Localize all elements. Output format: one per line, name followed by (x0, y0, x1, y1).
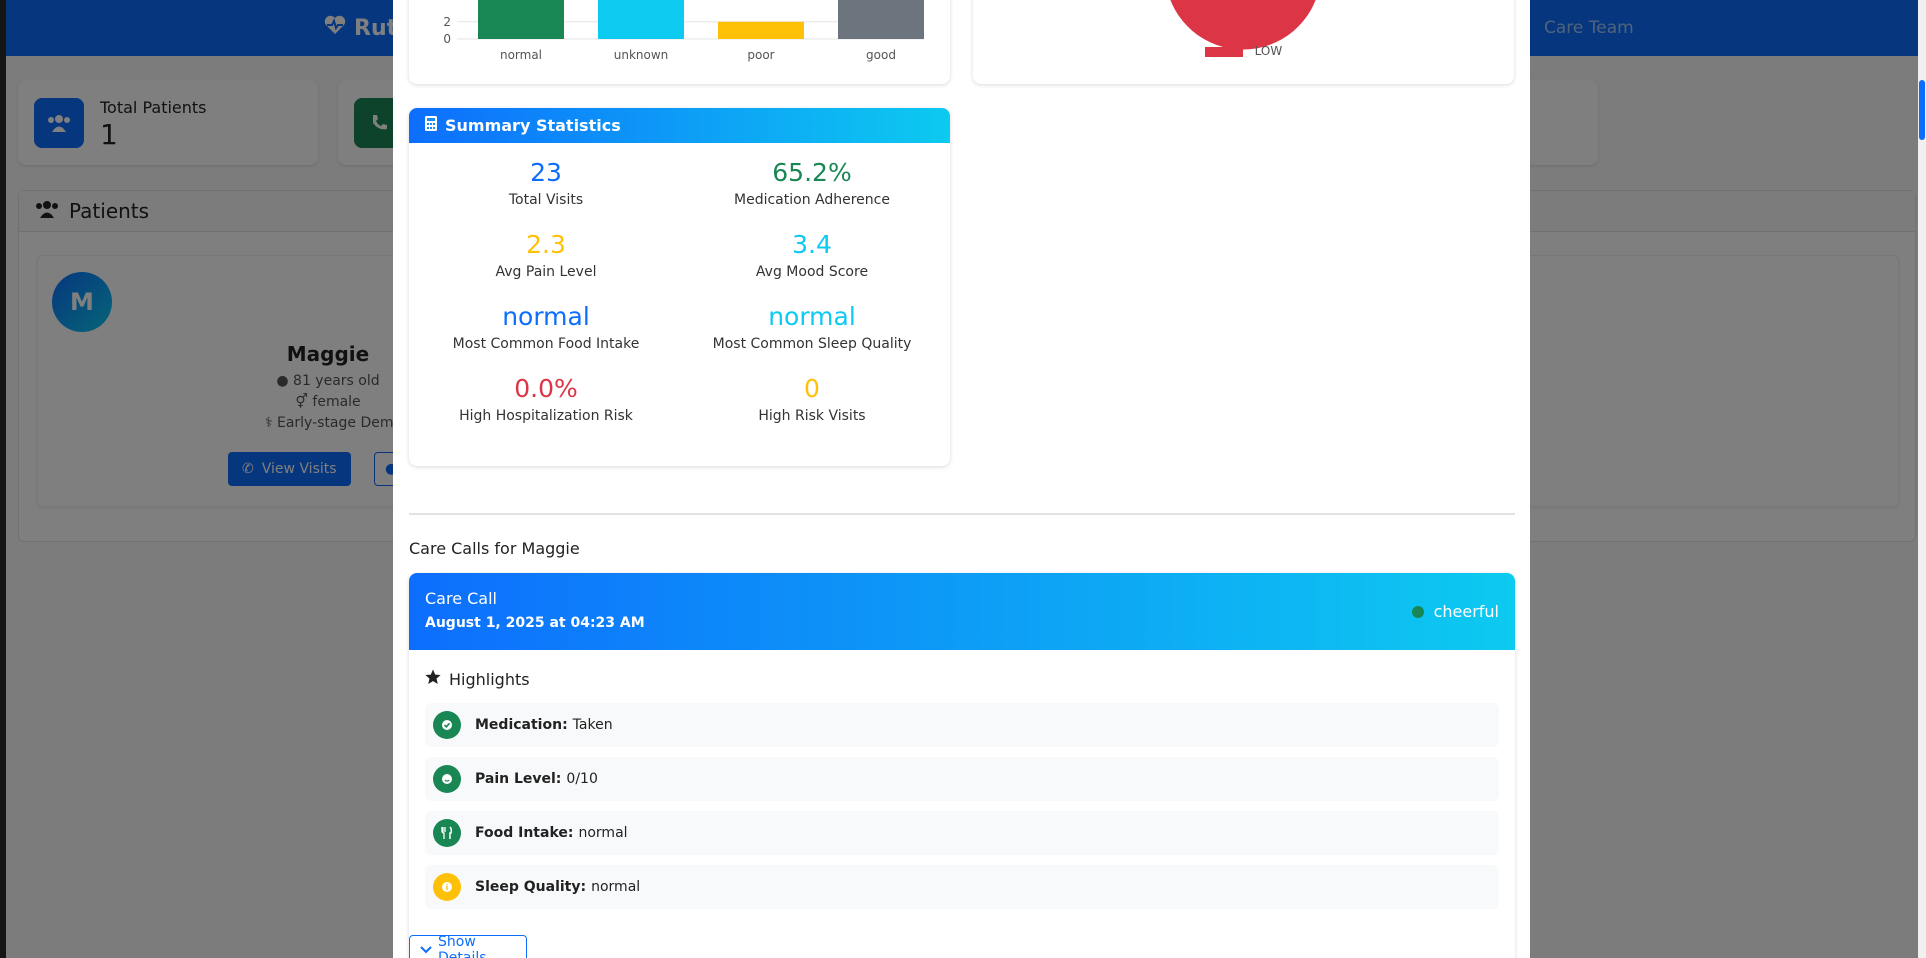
summary-stat-label: Avg Mood Score (755, 264, 869, 280)
legend-label-low: LOW (1254, 44, 1283, 58)
x-tick-label-good: good (866, 48, 896, 62)
smile-icon (433, 765, 461, 793)
chevron-down-icon (420, 942, 432, 958)
summary-statistics-card: Summary Statistics 23 Total Visits 65.2% Me… (409, 108, 950, 466)
highlight-key: Sleep Quality: (475, 879, 587, 895)
summary-stat-label: Most Common Food Intake (452, 336, 640, 352)
summary-stat: normal Most Common Food Intake (413, 302, 679, 352)
summary-stat-label: High Risk Visits (758, 408, 866, 424)
section-divider (409, 513, 1515, 515)
summary-stat: normal Most Common Sleep Quality (679, 302, 945, 352)
bar-normal (478, 0, 564, 39)
highlight-row: Food Intake: normal (425, 811, 1499, 855)
star-icon (425, 669, 441, 689)
bar-poor (718, 21, 804, 39)
summary-stat-label: Most Common Sleep Quality (712, 336, 912, 352)
check-icon (433, 711, 461, 739)
show-details-label: Show Details (438, 934, 487, 958)
x-tick-label-unknown: unknown (614, 48, 669, 62)
summary-stat: 3.4 Avg Mood Score (679, 230, 945, 280)
risk-pie-chart (1170, 0, 1316, 50)
highlights-heading: Highlights (425, 669, 530, 689)
info-icon (433, 873, 461, 901)
summary-stat-label: High Hospitalization Risk (459, 408, 633, 424)
mood-badge: cheerful (1411, 602, 1499, 621)
summary-stat: 2.3 Avg Pain Level (413, 230, 679, 280)
y-tick-label: 0 (443, 32, 451, 46)
highlights-title: Highlights (449, 669, 530, 689)
summary-stat: 65.2% Medication Adherence (679, 158, 945, 208)
summary-stat-label: Medication Adherence (734, 192, 890, 208)
highlight-row: Pain Level: 0/10 (425, 757, 1499, 801)
highlight-value: normal (591, 879, 641, 895)
summary-stat: 23 Total Visits (413, 158, 679, 208)
legend-swatch-low (1204, 46, 1243, 57)
summary-stat-label: Total Visits (508, 192, 584, 208)
food-intake-bar-chart: 2 0 normal unknown poor good (443, 0, 924, 62)
summary-stat-label: Avg Pain Level (495, 264, 597, 280)
highlight-key: Pain Level: (475, 771, 562, 787)
patient-visits-modal: 2 0 normal unknown poor good LOW Summary Stat… (393, 0, 1530, 958)
risk-pie-chart-card: LOW (973, 0, 1514, 84)
highlight-row: Medication: Taken (425, 703, 1499, 747)
highlight-row: Sleep Quality: normal (425, 865, 1499, 909)
bar-unknown (598, 0, 684, 39)
food-intake-chart-card: 2 0 normal unknown poor good (409, 0, 950, 84)
highlight-key: Food Intake: (475, 825, 574, 841)
pie-slice-low (1170, 0, 1316, 50)
highlight-value: normal (578, 825, 628, 841)
summary-stat-value: normal (502, 302, 590, 331)
mood-dot-icon (1411, 605, 1424, 618)
highlight-value: 0/10 (566, 771, 598, 787)
care-call-title: Care Call (425, 589, 497, 608)
summary-stat: 0 High Risk Visits (679, 374, 945, 424)
scrollbar-thumb[interactable] (1919, 80, 1925, 140)
summary-header: Summary Statistics (409, 108, 950, 143)
care-call-card: Care Call August 1, 2025 at 04:23 AM che… (409, 573, 1515, 958)
care-call-date: August 1, 2025 at 04:23 AM (425, 615, 645, 631)
mood-label: cheerful (1433, 602, 1499, 621)
y-tick-label: 2 (443, 15, 451, 29)
x-tick-label-poor: poor (747, 48, 774, 62)
x-tick-label-normal: normal (500, 48, 542, 62)
highlight-value: Taken (572, 717, 613, 733)
summary-stat-value: normal (768, 302, 856, 331)
summary-title: Summary Statistics (445, 116, 621, 135)
summary-stat: 0.0% High Hospitalization Risk (413, 374, 679, 424)
summary-stat-value: 2.3 (526, 230, 566, 259)
calculator-icon (425, 116, 437, 135)
summary-stat-value: 0.0% (514, 374, 578, 403)
care-calls-title: Care Calls for Maggie (409, 539, 580, 558)
summary-stat-value: 23 (530, 158, 562, 187)
summary-stat-value: 3.4 (792, 230, 832, 259)
utensils-icon (433, 819, 461, 847)
highlight-key: Medication: (475, 717, 568, 733)
summary-stat-value: 0 (804, 374, 820, 403)
page-scrollbar[interactable] (1918, 0, 1926, 958)
bar-good (838, 0, 924, 39)
summary-stat-value: 65.2% (772, 158, 852, 187)
show-details-button[interactable]: Show Details (409, 934, 527, 958)
care-call-header: Care Call August 1, 2025 at 04:23 AM che… (409, 573, 1515, 650)
pie-legend: LOW (973, 44, 1514, 58)
